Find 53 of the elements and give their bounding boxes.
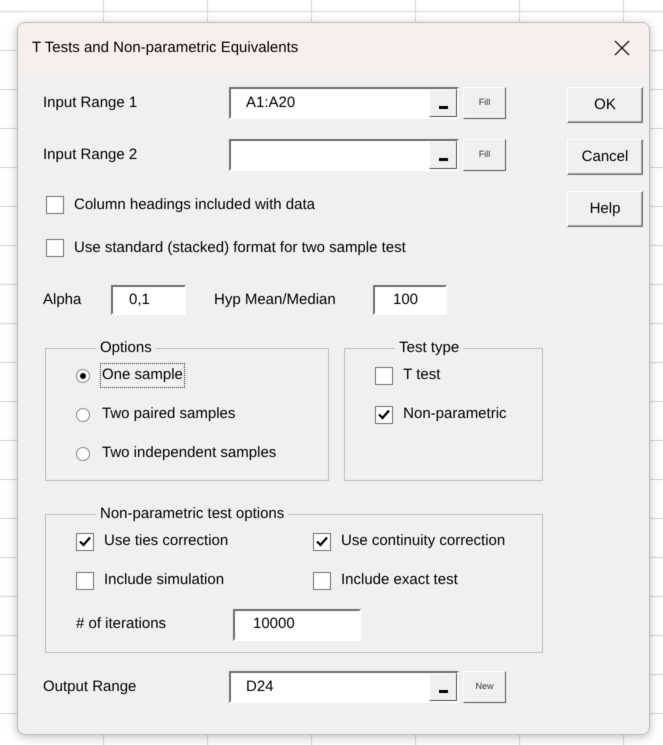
checkbox[interactable] (313, 572, 331, 590)
dialog-button[interactable]: Cancel (567, 139, 643, 175)
checkbox[interactable] (375, 406, 394, 424)
dialog-button[interactable]: OK (567, 87, 643, 123)
input-field[interactable]: 0,1 (111, 285, 186, 315)
radio-button[interactable] (76, 408, 90, 422)
checkbox-label: Use ties correction (104, 531, 228, 552)
field-label: Hyp Mean/Median (214, 290, 337, 310)
checkbox-label: Include simulation (104, 570, 224, 590)
input-field[interactable]: 100 (373, 285, 447, 315)
group-title: Test type (398, 338, 460, 358)
field-value: D24 (245, 676, 275, 697)
checkbox-label: Include exact test (341, 570, 458, 590)
checkbox[interactable] (76, 532, 94, 550)
small-button[interactable]: Fill (463, 139, 506, 171)
checkbox-label: Use standard (stacked) format for two sample test (74, 238, 406, 258)
range-select-button[interactable] (429, 89, 457, 117)
checkbox[interactable] (46, 196, 64, 214)
checkbox-label: T test (403, 365, 440, 386)
range-select-button[interactable] (429, 673, 457, 701)
group-title: Non-parametric test options (99, 504, 286, 524)
bar-icon (438, 690, 448, 693)
field-value: A1:A20 (245, 92, 296, 113)
checkbox-label: Non-parametric (403, 404, 507, 424)
checkbox[interactable] (313, 532, 331, 550)
small-button[interactable]: New (463, 671, 506, 703)
field-label: Input Range 1 (43, 92, 138, 113)
range-select-button[interactable] (429, 141, 457, 169)
input-field[interactable]: A1:A20 (229, 87, 459, 119)
group-title: Options (99, 338, 153, 358)
checkbox-label: Column headings included with data (74, 195, 315, 215)
checkbox-label: Use continuity correction (341, 531, 506, 552)
input-field[interactable]: D24 (229, 671, 459, 703)
field-label: Output Range (43, 676, 138, 697)
checkbox[interactable] (375, 366, 394, 384)
field-label: # of iterations (76, 614, 168, 634)
radio-label: Two independent samples (101, 443, 278, 464)
field-label: Alpha (43, 290, 82, 310)
checkbox[interactable] (76, 572, 94, 590)
close-icon (614, 40, 630, 56)
input-field[interactable] (229, 139, 459, 171)
field-label: Input Range 2 (43, 144, 138, 165)
small-button[interactable]: Fill (463, 87, 506, 119)
bar-icon (438, 158, 448, 161)
window-title: T Tests and Non-parametric Equivalents (32, 38, 300, 58)
radio-button[interactable] (76, 446, 90, 460)
radio-label: One sample (100, 363, 185, 388)
dialog-button[interactable]: Help (567, 191, 643, 227)
radio-label: Two paired samples (101, 404, 236, 424)
input-field[interactable]: 10000 (233, 608, 361, 640)
bar-icon (438, 106, 448, 109)
radio-button[interactable] (76, 368, 90, 382)
checkbox[interactable] (46, 238, 64, 257)
